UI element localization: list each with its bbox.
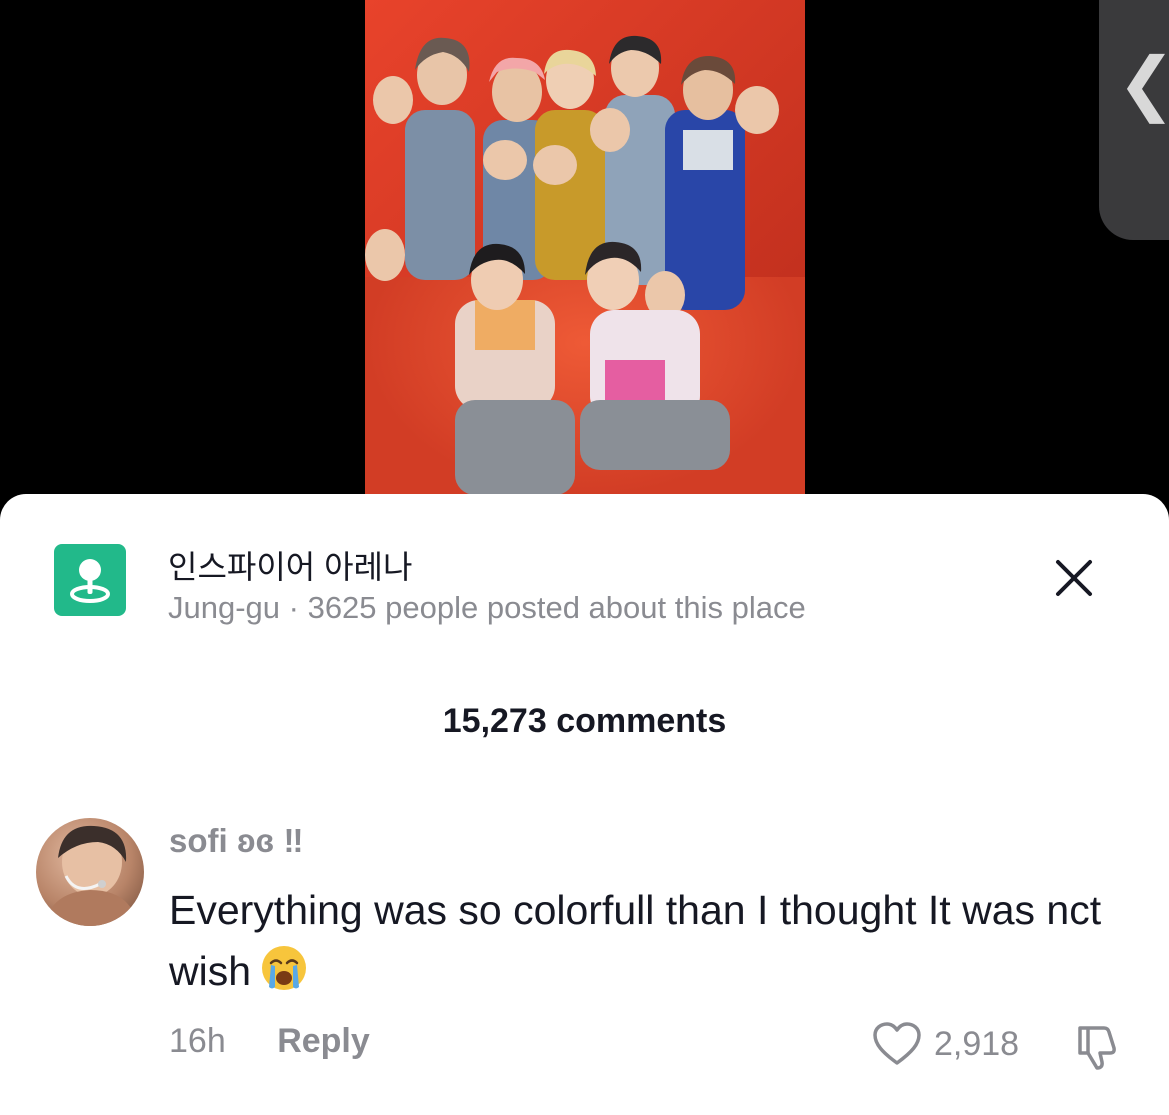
like-count: 2,918	[934, 1024, 1020, 1063]
comment-meta: 16h Reply	[169, 1022, 370, 1061]
side-panel-handle[interactable]: ❮	[1099, 0, 1169, 240]
comments-count: 15,273 comments	[442, 702, 727, 740]
video-thumbnail[interactable]	[365, 0, 805, 497]
comment-time: 16h	[169, 1022, 226, 1060]
thumbs-down-icon	[1078, 1026, 1116, 1070]
place-subtitle: Jung-gu · 3625 people posted about this …	[168, 590, 806, 625]
screen: ❮ 인스파이어 아레나 Jung-gu · 3625 people posted…	[0, 0, 1169, 1115]
heart-icon	[873, 1022, 921, 1065]
avatar[interactable]	[36, 818, 144, 926]
map-pin-icon	[54, 544, 126, 616]
loudly-crying-face-icon	[259, 943, 309, 993]
dislike-button[interactable]	[1072, 1022, 1122, 1072]
like-button[interactable]: 2,918	[872, 1020, 1019, 1068]
comments-sheet: 인스파이어 아레나 Jung-gu · 3625 people posted a…	[0, 494, 1169, 1115]
close-button[interactable]	[1052, 556, 1096, 600]
place-header[interactable]: 인스파이어 아레나 Jung-gu · 3625 people posted a…	[54, 542, 1114, 625]
reply-button[interactable]: Reply	[277, 1022, 370, 1060]
place-title[interactable]: 인스파이어 아레나	[168, 542, 412, 588]
chevron-left-icon: ❮	[1117, 48, 1169, 118]
comment-text: Everything was so colorfull than I thoug…	[169, 880, 1129, 1002]
comment-username[interactable]: sofi ʚɞ ‼︎	[169, 822, 303, 860]
comment-item: sofi ʚɞ ‼︎ Everything was so colorfull t…	[36, 818, 1146, 1088]
group-photo-illustration	[365, 35, 779, 495]
close-icon	[1056, 560, 1092, 596]
